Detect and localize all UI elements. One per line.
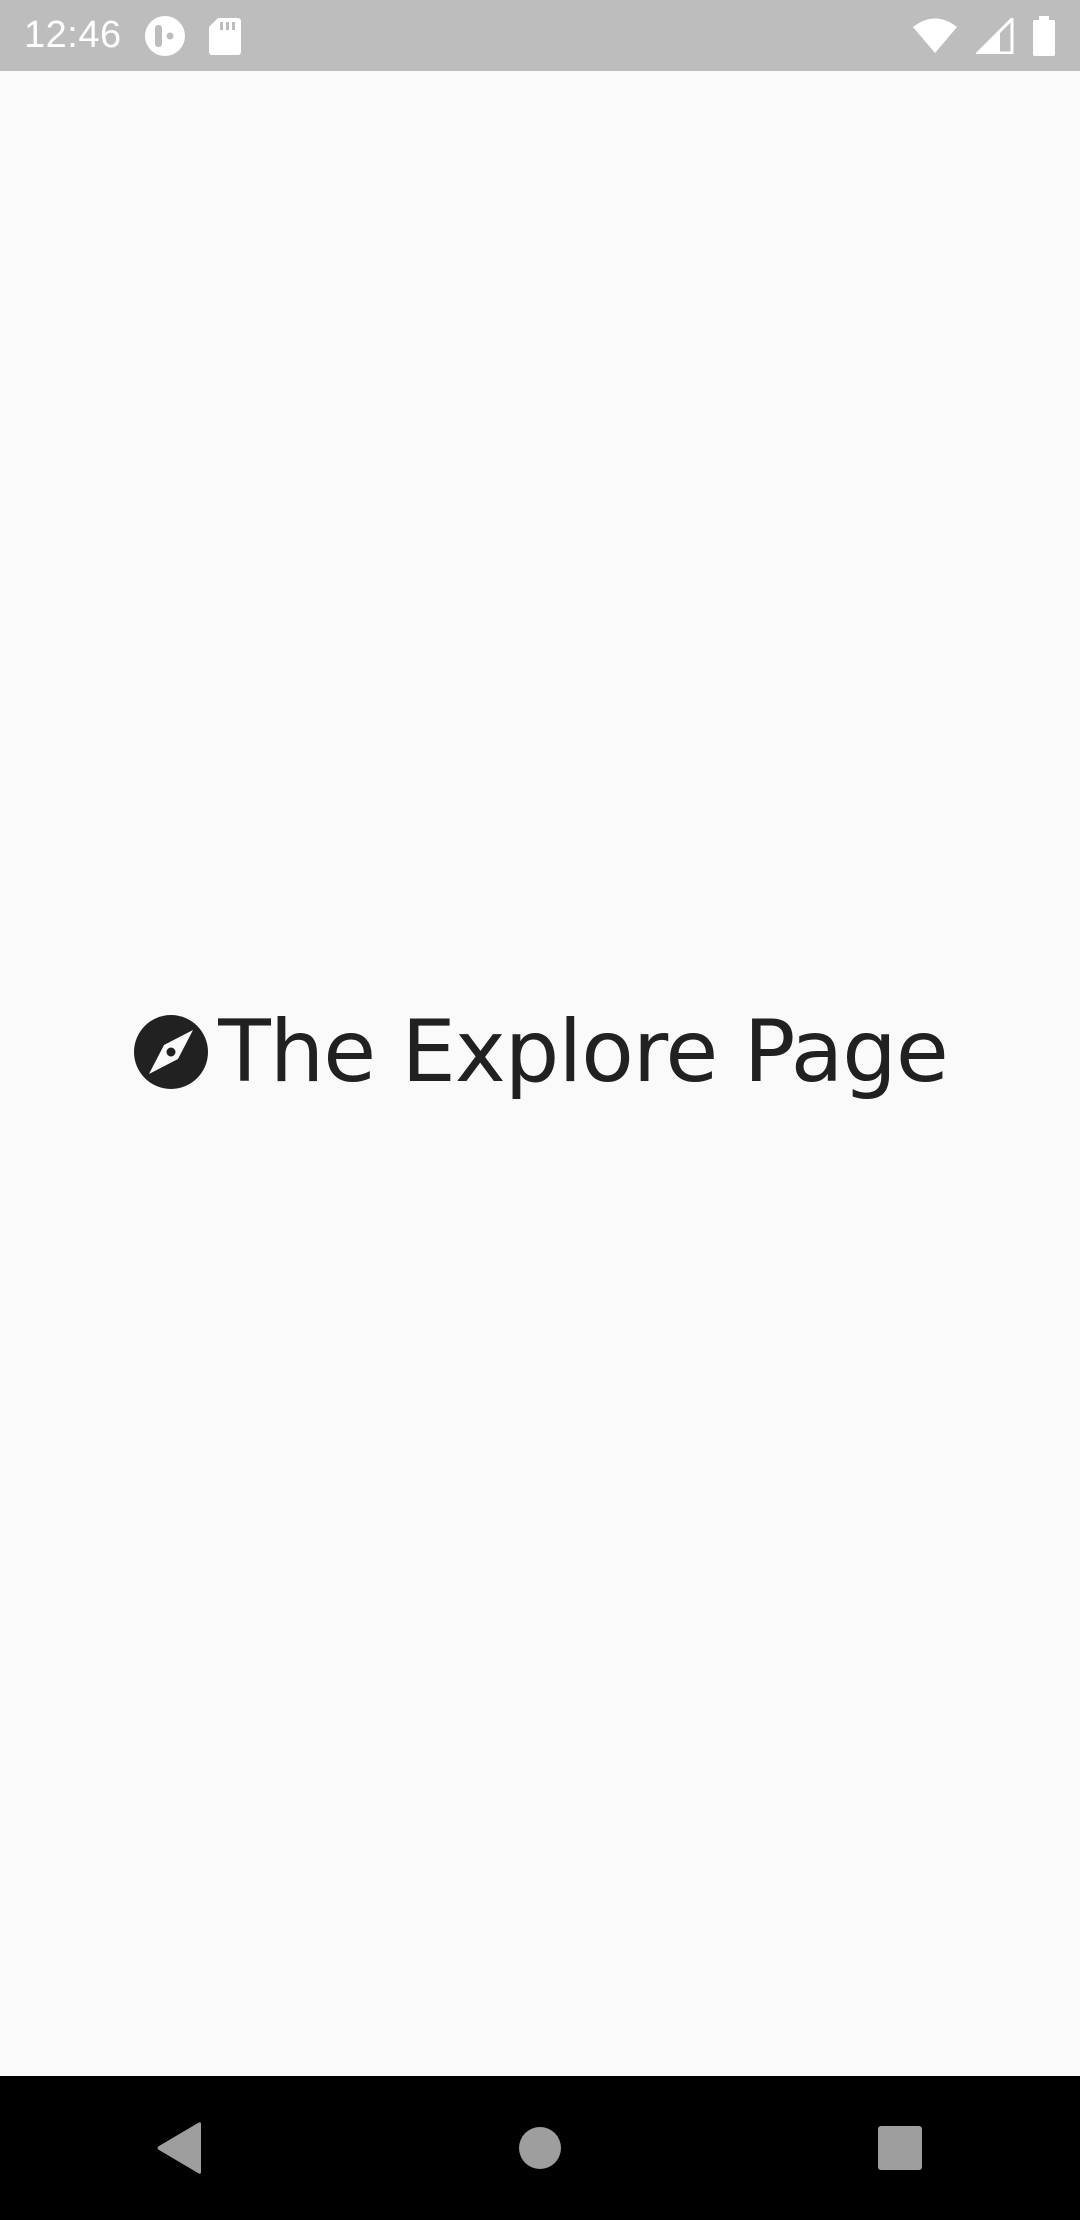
recents-icon [878,2126,922,2170]
navigation-bar [0,2076,1080,2220]
back-button[interactable] [120,2088,240,2208]
title-row: The Explore Page [0,992,1080,1112]
status-right [912,15,1056,56]
app-notification-icon [144,15,185,56]
main-content: The Explore Page [0,71,1080,2076]
page-title: The Explore Page [218,1002,949,1102]
back-icon [157,2122,201,2174]
home-icon [519,2127,561,2169]
compass-icon [134,1015,209,1089]
screen: 12:46 The Explore Page [0,0,1080,2220]
battery-icon [1033,15,1055,56]
status-bar: 12:46 [0,0,1080,71]
sd-card-icon [208,17,241,55]
wifi-icon [913,18,957,53]
cell-signal-icon [976,17,1014,54]
recents-button[interactable] [840,2088,960,2208]
home-button[interactable] [480,2088,600,2208]
status-time: 12:46 [24,14,122,56]
status-left: 12:46 [24,14,242,57]
